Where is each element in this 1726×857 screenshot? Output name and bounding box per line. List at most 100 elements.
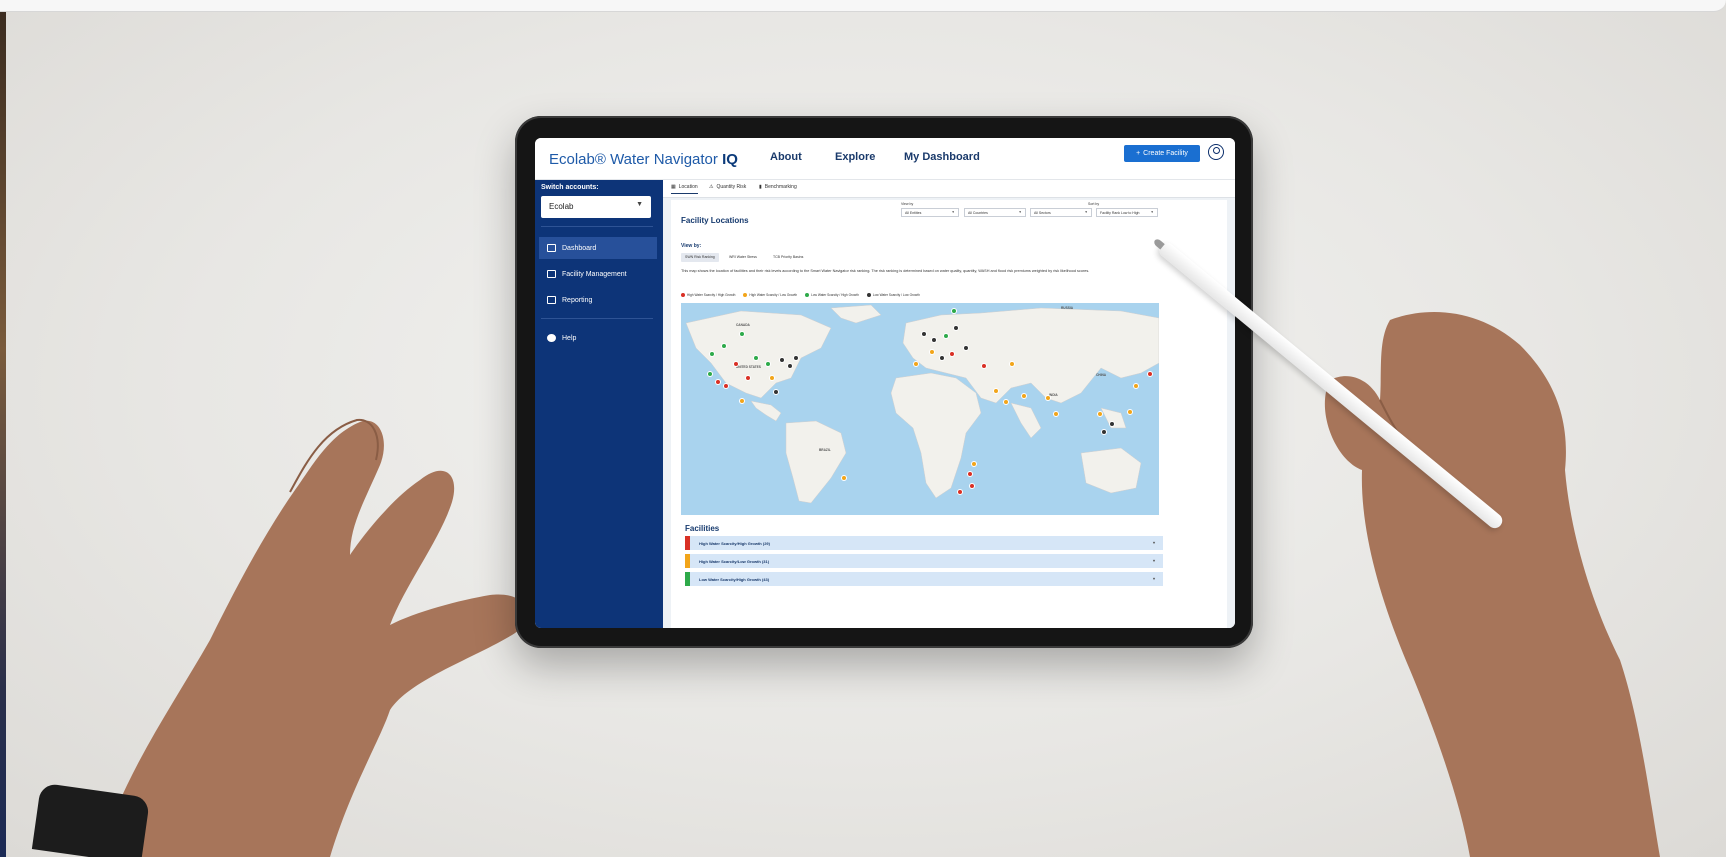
chevron-down-icon: ▾ xyxy=(1151,210,1153,214)
facility-pin[interactable] xyxy=(993,388,999,394)
facility-pin[interactable] xyxy=(769,375,775,381)
grid-icon: ▦ xyxy=(671,184,676,190)
world-map[interactable]: CANADA UNITED STATES BRAZIL CHINA INDIA … xyxy=(681,303,1159,515)
facility-pin[interactable] xyxy=(841,475,847,481)
facility-pin[interactable] xyxy=(721,343,727,349)
facility-pin[interactable] xyxy=(739,331,745,337)
plus-icon: + xyxy=(1136,150,1141,157)
tab-quantity-risk[interactable]: ⚠ Quantity Risk xyxy=(709,184,746,190)
account-select[interactable]: Ecolab ▼ xyxy=(541,196,651,218)
countries-select[interactable]: All Countries ▾ xyxy=(964,208,1026,217)
facility-pin[interactable] xyxy=(969,483,975,489)
facility-pin[interactable] xyxy=(913,361,919,367)
facility-pin[interactable] xyxy=(1021,393,1027,399)
facility-pin[interactable] xyxy=(1045,395,1051,401)
create-facility-label: Create Facility xyxy=(1143,150,1188,157)
entities-select[interactable]: All Entities ▾ xyxy=(901,208,959,217)
view-option-tcb-basins[interactable]: TCB Priority Basins xyxy=(769,253,807,262)
facility-pin[interactable] xyxy=(953,325,959,331)
sectors-select[interactable]: All Sectors ▾ xyxy=(1030,208,1092,217)
facility-pin[interactable] xyxy=(1101,429,1107,435)
facility-pin[interactable] xyxy=(1053,411,1059,417)
clipboard-icon xyxy=(547,296,556,304)
create-facility-button[interactable]: + Create Facility xyxy=(1124,145,1200,162)
facility-pin[interactable] xyxy=(939,355,945,361)
view-option-swn-risk[interactable]: SWN Risk Ranking xyxy=(681,253,719,262)
sidebar-item-label: Reporting xyxy=(562,296,593,304)
chevron-down-icon: ▾ xyxy=(1152,540,1155,545)
facility-pin[interactable] xyxy=(957,489,963,495)
app-header: Ecolab® Water Navigator IQ About Explore… xyxy=(535,138,1235,180)
facility-pin[interactable] xyxy=(773,389,779,395)
facility-pin[interactable] xyxy=(921,331,927,337)
facility-pin[interactable] xyxy=(951,308,957,314)
warning-icon: ⚠ xyxy=(709,184,714,190)
facility-pin[interactable] xyxy=(723,383,729,389)
sidebar-item-reporting[interactable]: Reporting xyxy=(539,289,657,311)
facility-locations-card: Facility Locations View by Sort by All E… xyxy=(671,200,1227,628)
facility-pin[interactable] xyxy=(1127,409,1133,415)
facility-pin[interactable] xyxy=(967,471,973,477)
facility-pin[interactable] xyxy=(963,345,969,351)
status-bar xyxy=(685,536,690,550)
legend-item: High Water Scarcity / High Growth xyxy=(681,293,735,297)
facility-pin[interactable] xyxy=(733,361,739,367)
map-label: CHINA xyxy=(1096,373,1107,377)
tab-benchmarking[interactable]: ▮ Benchmarking xyxy=(759,184,797,190)
facility-pin[interactable] xyxy=(1133,383,1139,389)
chevron-down-icon: ▾ xyxy=(1085,210,1087,214)
facility-pin[interactable] xyxy=(765,361,771,367)
nav-about[interactable]: About xyxy=(770,151,802,163)
chevron-down-icon: ▼ xyxy=(636,201,643,208)
sidebar-item-label: Facility Management xyxy=(562,270,627,278)
facility-pin[interactable] xyxy=(931,337,937,343)
view-option-wri-stress[interactable]: WRI Water Stress xyxy=(725,253,761,262)
facility-pin[interactable] xyxy=(793,355,799,361)
facility-pin[interactable] xyxy=(981,363,987,369)
facility-pin[interactable] xyxy=(949,351,955,357)
folder-icon xyxy=(547,270,556,278)
switch-accounts-label: Switch accounts: xyxy=(541,184,599,191)
facility-group-high-low[interactable]: High Water Scarcity/Low Growth (31) ▾ xyxy=(685,554,1163,568)
chevron-down-icon: ▾ xyxy=(1152,558,1155,563)
facility-pin[interactable] xyxy=(971,461,977,467)
legend-dot xyxy=(681,293,685,297)
sort-select[interactable]: Facility Rank Low to High ▾ xyxy=(1096,208,1158,217)
facility-pin[interactable] xyxy=(1147,371,1153,377)
facility-pin[interactable] xyxy=(787,363,793,369)
facility-pin[interactable] xyxy=(745,375,751,381)
user-account-icon[interactable] xyxy=(1208,144,1224,160)
facility-pin[interactable] xyxy=(943,333,949,339)
app-logo[interactable]: Ecolab® Water Navigator IQ xyxy=(549,151,738,168)
facility-pin[interactable] xyxy=(709,351,715,357)
facility-group-high-high[interactable]: High Water Scarcity/High Growth (29) ▾ xyxy=(685,536,1163,550)
tab-location[interactable]: ▦ Location xyxy=(671,184,698,194)
facility-pin[interactable] xyxy=(1003,399,1009,405)
chevron-down-icon: ▾ xyxy=(1019,210,1021,214)
sidebar-item-label: Dashboard xyxy=(562,244,597,252)
facility-pin[interactable] xyxy=(1097,411,1103,417)
sidebar-item-facility-management[interactable]: Facility Management xyxy=(539,263,657,285)
facility-pin[interactable] xyxy=(779,357,785,363)
facility-pin[interactable] xyxy=(929,349,935,355)
facility-pin[interactable] xyxy=(739,398,745,404)
nav-explore[interactable]: Explore xyxy=(835,151,875,163)
facility-pin[interactable] xyxy=(707,371,713,377)
map-label: BRAZIL xyxy=(819,448,831,452)
facility-pin[interactable] xyxy=(1009,361,1015,367)
nav-my-dashboard[interactable]: My Dashboard xyxy=(904,151,980,163)
facility-pin[interactable] xyxy=(753,355,759,361)
dashboard-icon xyxy=(547,244,556,252)
legend-item: High Water Scarcity / Low Growth xyxy=(743,293,797,297)
facility-group-low-high[interactable]: Low Water Scarcity/High Growth (43) ▾ xyxy=(685,572,1163,586)
sidebar-item-help[interactable]: Help xyxy=(539,327,657,349)
facility-pin[interactable] xyxy=(1109,421,1115,427)
app-screen: Ecolab® Water Navigator IQ About Explore… xyxy=(535,138,1235,628)
facility-pin[interactable] xyxy=(715,379,721,385)
account-value: Ecolab xyxy=(549,202,574,211)
sort-by-label: Sort by xyxy=(1088,202,1100,206)
legend-dot xyxy=(743,293,748,297)
bar-chart-icon: ▮ xyxy=(759,184,762,190)
status-bar xyxy=(685,554,690,568)
sidebar-item-dashboard[interactable]: Dashboard xyxy=(539,237,657,259)
